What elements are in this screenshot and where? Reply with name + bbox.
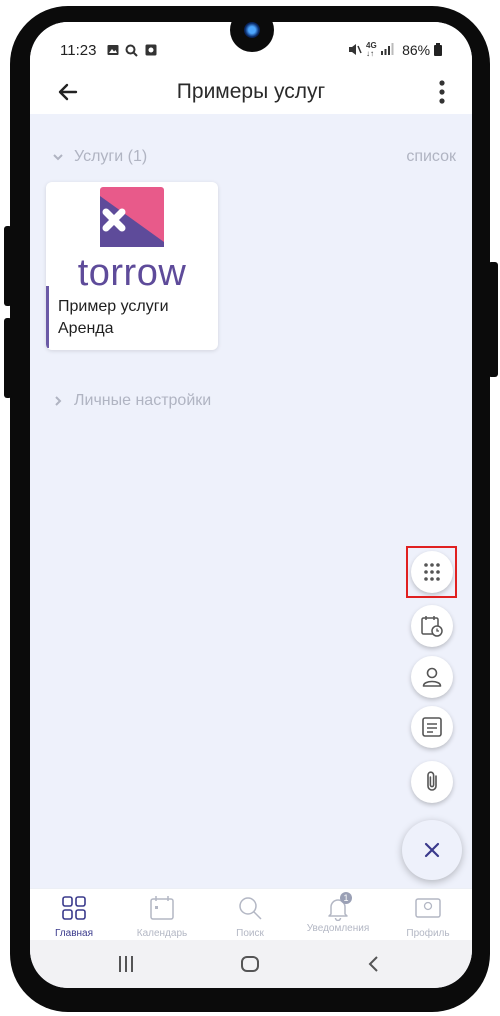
close-icon — [424, 842, 440, 858]
screen: 11:23 4G ↓↑ 86% Примеры услуг Услуги (1)… — [30, 22, 472, 988]
nav-item-search[interactable]: Поиск — [206, 895, 294, 939]
calendar-clock-button[interactable] — [411, 605, 453, 647]
card-accent-bar — [46, 286, 49, 348]
note-icon — [422, 717, 442, 737]
notification-badge: 1 — [340, 892, 352, 904]
nav-item-home[interactable]: Главная — [30, 895, 118, 939]
nav-label-home: Главная — [54, 928, 94, 939]
settings-section-header[interactable]: Личные настройки — [52, 392, 211, 410]
service-title-line2: Аренда — [58, 320, 114, 337]
person-button[interactable] — [411, 656, 453, 698]
status-time: 11:23 — [60, 42, 97, 59]
nav-item-calendar[interactable]: Календарь — [118, 895, 206, 939]
nav-item-profile[interactable]: Профиль — [384, 895, 472, 939]
service-title-line1: Пример услуги — [58, 298, 169, 315]
nav-label-profile: Профиль — [406, 928, 450, 939]
note-button[interactable] — [411, 706, 453, 748]
battery-percent: 86% — [402, 42, 431, 58]
paperclip-icon — [427, 771, 437, 791]
battery-icon — [434, 43, 442, 56]
chevron-down-icon — [53, 154, 63, 161]
back-icon[interactable] — [364, 954, 384, 974]
bell-icon-wrap: 1 — [325, 892, 352, 922]
screenshot-icon — [145, 44, 157, 59]
view-toggle-link[interactable]: список — [406, 148, 456, 166]
bottom-nav: Главная Календарь Поиск 1 Уведомления Пр… — [30, 888, 472, 941]
nav-label-notifications: Уведомления — [306, 923, 370, 934]
signal-icon — [380, 43, 394, 58]
home-grid-icon — [62, 896, 86, 920]
system-nav — [30, 940, 472, 988]
service-card[interactable]: torrow Пример услуги Аренда — [46, 182, 218, 350]
status-bar: 11:23 4G ↓↑ 86% — [30, 22, 472, 74]
nav-item-notifications[interactable]: 1 Уведомления — [294, 892, 382, 934]
search-icon — [125, 44, 138, 60]
highlight-box — [406, 546, 457, 598]
home-icon[interactable] — [240, 954, 260, 974]
person-icon — [422, 667, 442, 687]
gallery-icon — [107, 44, 119, 59]
calendar-icon — [150, 896, 174, 920]
torrow-logo-icon — [100, 187, 164, 247]
attachment-button[interactable] — [411, 761, 453, 803]
nav-label-calendar: Календарь — [136, 928, 188, 939]
power-button — [4, 318, 12, 398]
chevron-right-icon — [55, 396, 62, 406]
services-section-header[interactable]: Услуги (1) — [52, 148, 147, 166]
page-title: Примеры услуг — [176, 80, 326, 103]
4g-icon: 4G ↓↑ — [366, 41, 377, 58]
calendar-clock-icon — [421, 616, 443, 637]
nav-label-search: Поиск — [236, 928, 264, 939]
volume-button — [4, 226, 12, 306]
mute-icon — [348, 43, 362, 59]
front-camera — [230, 22, 274, 52]
recents-icon[interactable] — [116, 954, 136, 974]
side-button-right — [488, 262, 498, 377]
service-card-title: Пример услуги Аренда — [58, 296, 169, 340]
camera-lens — [244, 22, 260, 38]
close-fab-button[interactable] — [402, 820, 462, 880]
app-bar: Примеры услуг — [30, 70, 472, 114]
profile-card-icon — [415, 898, 441, 918]
more-vertical-icon[interactable] — [430, 78, 454, 106]
services-section-label: Услуги (1) — [74, 148, 148, 165]
search-icon — [239, 897, 262, 920]
brand-logo-text: torrow — [77, 252, 187, 294]
battery-status: 86% — [402, 42, 442, 58]
settings-section-label: Личные настройки — [74, 392, 212, 409]
